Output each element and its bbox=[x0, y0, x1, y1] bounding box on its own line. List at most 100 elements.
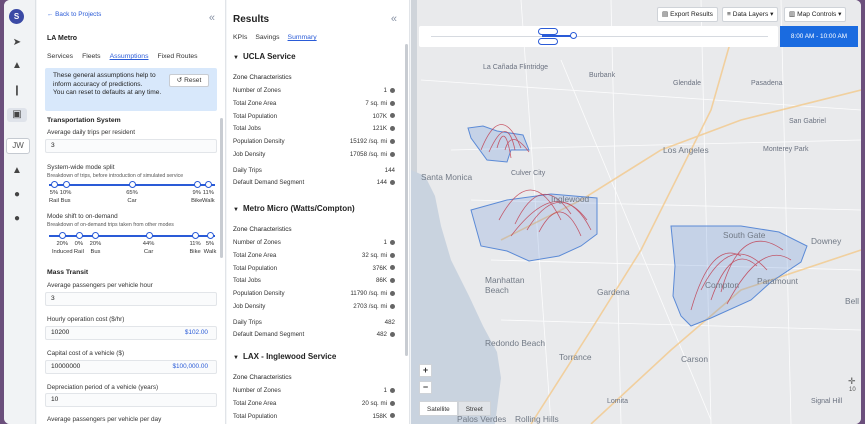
data-layers-label: Data Layers bbox=[732, 11, 769, 18]
depreciation-input[interactable]: 10 bbox=[45, 393, 217, 407]
mode-split-slider[interactable] bbox=[49, 181, 215, 188]
info-icon[interactable] bbox=[390, 100, 395, 106]
results-scrollbar[interactable] bbox=[405, 44, 408, 356]
mode-shift-slider[interactable] bbox=[49, 232, 215, 239]
compass-icon[interactable]: ✛ bbox=[848, 376, 856, 387]
street-button[interactable]: Street bbox=[457, 401, 491, 416]
time-handle-start[interactable] bbox=[538, 28, 558, 35]
left-scrollbar[interactable] bbox=[220, 118, 223, 258]
satellite-button[interactable]: Satellite bbox=[419, 401, 458, 416]
results-section-header[interactable]: ▼ UCLA Service bbox=[233, 52, 296, 61]
results-section-header[interactable]: ▼ LAX - Inglewood Service bbox=[233, 352, 336, 361]
transit-icon[interactable]: ▣ bbox=[7, 108, 27, 122]
chart-icon[interactable]: ❙ bbox=[10, 84, 24, 98]
capital-cost-input[interactable]: 10000000 $100,000.00 bbox=[45, 360, 217, 374]
time-window-button[interactable]: 8:00 AM - 10:00 AM bbox=[780, 26, 858, 47]
stat-label: Default Demand Segment bbox=[233, 331, 305, 339]
assumptions-panel: ← Back to Projects « LA Metro Services F… bbox=[37, 0, 226, 424]
collapse-results-button[interactable]: « bbox=[391, 13, 397, 25]
map-view[interactable]: La Cañada Flintridge Burbank Glendale Pa… bbox=[411, 0, 861, 424]
hourly-cost-input[interactable]: 10200 $102.00 bbox=[45, 326, 217, 340]
info-icon[interactable] bbox=[390, 151, 395, 157]
time-handle-start-lower[interactable] bbox=[538, 38, 558, 45]
tab-savings[interactable]: Savings bbox=[255, 34, 279, 41]
user-icon[interactable]: ● bbox=[10, 188, 24, 202]
slider-knob[interactable] bbox=[145, 232, 153, 239]
back-to-projects-link[interactable]: ← Back to Projects bbox=[47, 11, 101, 18]
time-handle-end[interactable] bbox=[570, 32, 577, 39]
info-icon[interactable] bbox=[390, 400, 395, 406]
left-tabs: Services Fleets Assumptions Fixed Routes bbox=[47, 53, 198, 60]
collapse-left-panel-button[interactable]: « bbox=[209, 12, 215, 24]
zoom-in-button[interactable]: + bbox=[419, 364, 432, 377]
info-icon[interactable] bbox=[390, 180, 395, 186]
mode-percent: 65% bbox=[126, 190, 138, 196]
tab-fleets[interactable]: Fleets bbox=[82, 53, 101, 60]
data-layers-button[interactable]: ≡ Data Layers ▾ bbox=[722, 7, 779, 22]
stat-label: Total Zone Area bbox=[233, 99, 277, 107]
place-label: Gardena bbox=[597, 287, 630, 297]
tab-fixed-routes[interactable]: Fixed Routes bbox=[158, 53, 198, 60]
info-icon[interactable] bbox=[390, 278, 395, 284]
rocket-icon[interactable]: ➤ bbox=[10, 36, 24, 50]
tab-summary[interactable]: Summary bbox=[288, 34, 317, 41]
info-icon[interactable] bbox=[390, 113, 395, 119]
slider-knob[interactable] bbox=[59, 232, 67, 239]
slider-knob[interactable] bbox=[205, 181, 213, 188]
mass-transit-heading: Mass Transit bbox=[47, 269, 89, 276]
zoom-out-button[interactable]: − bbox=[419, 381, 432, 394]
info-icon[interactable] bbox=[390, 139, 395, 145]
stat-label: Total Zone Area bbox=[233, 399, 277, 407]
info-icon[interactable] bbox=[390, 387, 395, 393]
info-icon[interactable] bbox=[390, 303, 395, 309]
slider-knob[interactable] bbox=[192, 232, 200, 239]
mode-name: Car bbox=[127, 198, 137, 204]
section-name: UCLA Service bbox=[242, 52, 296, 61]
slider-knob[interactable] bbox=[50, 181, 58, 188]
stat-value: 376K bbox=[373, 265, 395, 272]
mode-percent: 5% bbox=[205, 241, 215, 247]
time-range-bar[interactable] bbox=[419, 26, 778, 47]
slider-knob[interactable] bbox=[75, 232, 83, 239]
info-icon[interactable] bbox=[390, 265, 395, 271]
results-section-header[interactable]: ▼ Metro Micro (Watts/Compton) bbox=[233, 204, 355, 213]
slider-knob[interactable] bbox=[129, 181, 136, 188]
info-icon[interactable] bbox=[390, 332, 395, 338]
place-label: Torrance bbox=[559, 352, 592, 362]
time-track bbox=[431, 36, 768, 37]
user-avatar[interactable]: JW bbox=[6, 138, 30, 154]
place-label: Paramount bbox=[757, 276, 798, 286]
slider-knob[interactable] bbox=[62, 181, 70, 188]
help-icon[interactable]: ● bbox=[10, 212, 24, 226]
tab-services[interactable]: Services bbox=[47, 53, 73, 60]
export-results-label: Export Results bbox=[670, 11, 713, 18]
info-icon[interactable] bbox=[390, 239, 395, 245]
slider-knob[interactable] bbox=[207, 232, 215, 239]
send-icon[interactable]: ▲ bbox=[10, 59, 24, 73]
caret-down-icon: ▼ bbox=[233, 207, 239, 213]
map-controls-button[interactable]: ▥ Map Controls ▾ bbox=[784, 7, 847, 22]
app-logo[interactable]: S bbox=[9, 9, 24, 24]
slider-knob[interactable] bbox=[92, 232, 100, 239]
avg-day-label: Average passengers per vehicle per day bbox=[47, 416, 162, 423]
caret-down-icon: ▼ bbox=[233, 55, 239, 61]
reset-button[interactable]: ↺ Reset bbox=[169, 74, 209, 87]
info-icon[interactable] bbox=[390, 413, 395, 419]
bell-icon[interactable]: ▲ bbox=[10, 164, 24, 178]
lax-inglewood-zone[interactable] bbox=[470, 193, 598, 262]
info-icon[interactable] bbox=[390, 252, 395, 258]
tab-assumptions[interactable]: Assumptions bbox=[110, 53, 149, 60]
chevron-down-icon: ▾ bbox=[770, 11, 774, 18]
zone-characteristics-heading: Zone Characteristics bbox=[233, 74, 292, 81]
stat-row: Total Jobs 121K bbox=[233, 125, 395, 132]
export-results-button[interactable]: ▤ Export Results bbox=[657, 7, 718, 22]
mode-shift-sub: Breakdown of on-demand trips taken from … bbox=[47, 222, 174, 228]
avg-pass-input[interactable]: 3 bbox=[45, 292, 217, 306]
tab-kpis[interactable]: KPIs bbox=[233, 34, 247, 41]
avg-trips-input[interactable]: 3 bbox=[45, 139, 217, 153]
info-icon[interactable] bbox=[390, 87, 395, 93]
place-label: Redondo Beach bbox=[485, 338, 546, 348]
info-icon[interactable] bbox=[390, 126, 395, 132]
slider-knob[interactable] bbox=[193, 181, 201, 188]
info-icon[interactable] bbox=[390, 291, 395, 297]
